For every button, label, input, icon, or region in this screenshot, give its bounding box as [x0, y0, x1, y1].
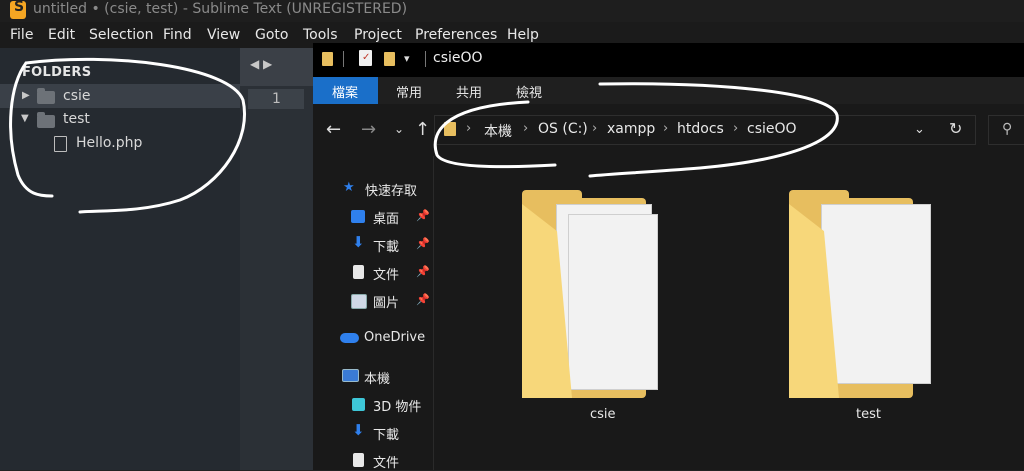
- tab-file-label[interactable]: 檔案: [332, 82, 358, 101]
- nav-onedrive[interactable]: OneDrive: [364, 330, 425, 345]
- editor-gutter: [240, 48, 313, 470]
- sublime-logo-icon: S: [10, 0, 26, 19]
- sidebar-item-label: Hello.php: [76, 135, 143, 151]
- menu-find[interactable]: Find: [163, 27, 192, 43]
- line-number: 1: [272, 91, 281, 107]
- breadcrumb-this-pc[interactable]: 本機: [484, 121, 512, 141]
- pictures-icon: [351, 294, 367, 309]
- back-arrow-icon[interactable]: ←: [326, 119, 341, 140]
- sidebar-header: FOLDERS: [22, 65, 92, 80]
- desktop-icon: [351, 210, 365, 223]
- menu-project[interactable]: Project: [354, 27, 402, 43]
- file-icon: [54, 136, 67, 152]
- refresh-icon[interactable]: ↻: [949, 119, 962, 138]
- menu-selection[interactable]: Selection: [89, 27, 154, 43]
- sidebar-item-label: csie: [63, 88, 91, 104]
- nav-downloads[interactable]: 下載: [373, 236, 399, 255]
- onedrive-cloud-icon: [340, 333, 359, 343]
- 3d-objects-icon: [352, 398, 365, 411]
- nav-pictures[interactable]: 圖片: [373, 292, 399, 311]
- menu-preferences[interactable]: Preferences: [415, 27, 497, 43]
- up-arrow-icon[interactable]: ↑: [415, 119, 430, 140]
- tab-view[interactable]: 檢視: [516, 82, 542, 101]
- breadcrumb-csieoo[interactable]: csieOO: [747, 121, 797, 137]
- pin-icon[interactable]: 📌: [416, 209, 430, 222]
- folder-icon: [322, 52, 333, 66]
- download-arrow-icon: ⬇: [352, 421, 365, 439]
- nav-quick-access[interactable]: 快速存取: [365, 180, 417, 199]
- breadcrumb-htdocs[interactable]: htdocs: [677, 121, 724, 137]
- nav-this-pc[interactable]: 本機: [364, 368, 390, 387]
- menu-goto[interactable]: Goto: [255, 27, 288, 43]
- pin-icon[interactable]: 📌: [416, 237, 430, 250]
- sidebar-item-csie[interactable]: ▶ csie: [0, 84, 240, 108]
- folder-test[interactable]: [789, 190, 941, 400]
- nav-downloads-pc[interactable]: 下載: [373, 424, 399, 443]
- properties-icon[interactable]: ✓: [359, 50, 372, 66]
- menu-help[interactable]: Help: [507, 27, 539, 43]
- sidebar-item-hello-php[interactable]: Hello.php: [0, 131, 240, 155]
- tab-home[interactable]: 常用: [396, 82, 422, 101]
- document-icon: [353, 453, 364, 467]
- nav-documents[interactable]: 文件: [373, 264, 399, 283]
- pane-divider[interactable]: [433, 156, 434, 470]
- chevron-right-icon[interactable]: ▶: [22, 90, 30, 101]
- breadcrumb-os-c[interactable]: OS (C:): [538, 121, 588, 137]
- sublime-title-bar: S untitled • (csie, test) - Sublime Text…: [0, 0, 1024, 22]
- folder-label[interactable]: csie: [590, 407, 616, 422]
- document-icon: [353, 265, 364, 279]
- nav-desktop[interactable]: 桌面: [373, 208, 399, 227]
- nav-3d-objects[interactable]: 3D 物件: [373, 396, 421, 415]
- folder-icon: [444, 122, 456, 136]
- menu-file[interactable]: File: [10, 27, 33, 43]
- explorer-window-title: csieOO: [433, 50, 483, 66]
- menu-view[interactable]: View: [207, 27, 240, 43]
- tab-share[interactable]: 共用: [456, 82, 482, 101]
- menu-tools[interactable]: Tools: [303, 27, 338, 43]
- breadcrumb-xampp[interactable]: xampp: [607, 121, 655, 137]
- chevron-down-icon[interactable]: ▼: [21, 113, 29, 124]
- star-icon: ★: [343, 180, 355, 195]
- sidebar-item-test[interactable]: ▼ test: [0, 107, 240, 131]
- sidebar-item-label: test: [63, 111, 90, 127]
- pin-icon[interactable]: 📌: [416, 265, 430, 278]
- address-dropdown-icon[interactable]: ⌄: [914, 122, 925, 137]
- new-folder-icon[interactable]: [384, 52, 395, 66]
- folder-csie[interactable]: [522, 190, 660, 400]
- explorer-title-bar: ✓ ▾ csieOO: [313, 43, 1024, 77]
- folder-label[interactable]: test: [856, 407, 881, 422]
- folder-icon: [37, 88, 55, 104]
- quick-access-dropdown-icon[interactable]: ▾: [404, 52, 410, 65]
- tab-nav-arrows[interactable]: ◀ ▶: [250, 57, 272, 71]
- download-arrow-icon: ⬇: [352, 233, 365, 251]
- forward-arrow-icon[interactable]: →: [361, 119, 376, 140]
- nav-documents-pc[interactable]: 文件: [373, 452, 399, 471]
- computer-icon: [342, 369, 359, 382]
- search-icon: ⚲: [1002, 121, 1013, 137]
- pin-icon[interactable]: 📌: [416, 293, 430, 306]
- recent-locations-icon[interactable]: ⌄: [394, 122, 404, 136]
- folder-open-icon: [37, 112, 55, 128]
- menu-edit[interactable]: Edit: [48, 27, 75, 43]
- search-input[interactable]: ⚲: [988, 115, 1024, 145]
- tab-scroll-buttons[interactable]: ◀ ▶: [240, 48, 313, 86]
- window-title: untitled • (csie, test) - Sublime Text (…: [33, 1, 408, 17]
